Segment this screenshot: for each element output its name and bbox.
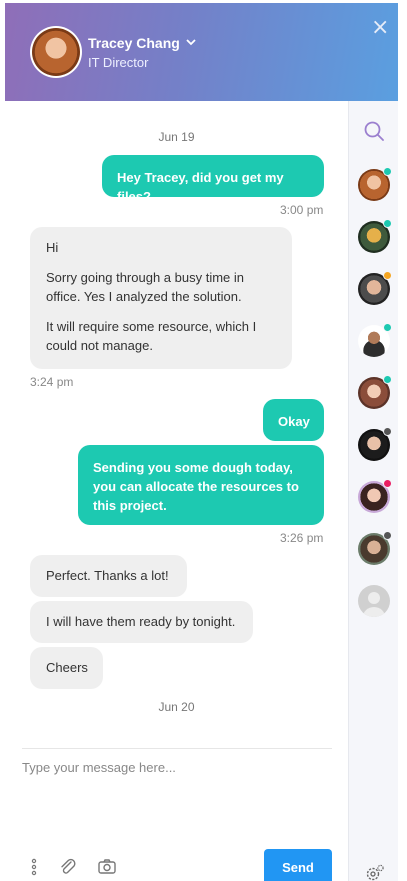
contact-avatar-3[interactable] — [358, 271, 392, 305]
search-icon[interactable] — [363, 120, 385, 142]
message-timestamp: 3:26 pm — [280, 531, 324, 545]
message-line: Hi — [46, 240, 59, 255]
camera-icon[interactable] — [97, 857, 117, 877]
attachment-icon[interactable] — [58, 857, 78, 877]
contact-role: IT Director — [88, 55, 149, 70]
incoming-message: Cheers — [30, 647, 103, 689]
message-timestamp: 3:00 pm — [280, 203, 324, 217]
chevron-down-icon — [186, 38, 196, 49]
contact-avatar-8[interactable] — [358, 531, 392, 565]
contact-name: Tracey Chang — [88, 35, 180, 51]
contact-avatar-4[interactable] — [358, 323, 392, 357]
outgoing-message: Hey Tracey, did you get my files? — [102, 155, 324, 204]
composer-divider — [22, 748, 332, 749]
contact-name-dropdown[interactable]: Tracey Chang — [88, 35, 196, 51]
settings-gear-icon[interactable] — [365, 863, 385, 881]
contact-avatar-2[interactable] — [358, 219, 392, 253]
contact-avatar-1[interactable] — [358, 167, 392, 201]
incoming-message: Perfect. Thanks a lot! — [30, 555, 187, 597]
contacts-sidebar — [348, 101, 398, 881]
date-separator: Jun 19 — [158, 130, 195, 144]
contact-avatar-7[interactable] — [358, 479, 392, 513]
message-timestamp: 3:24 pm — [30, 375, 74, 389]
contact-avatar-5[interactable] — [358, 375, 392, 409]
contact-avatar-6[interactable] — [358, 427, 392, 461]
incoming-message: Hi Sorry going through a busy time in of… — [30, 227, 292, 369]
incoming-message: I will have them ready by tonight. — [30, 601, 253, 643]
contact-avatar-placeholder[interactable] — [358, 585, 390, 617]
message-input[interactable] — [22, 760, 332, 840]
more-options-icon[interactable] — [26, 857, 46, 877]
message-line: Sorry going through a busy time in offic… — [46, 270, 244, 304]
outgoing-message: Sending you some dough today, you can al… — [78, 445, 324, 525]
message-list[interactable]: Jun 19 Hey Tracey, did you get my files?… — [5, 101, 348, 741]
contact-avatar[interactable] — [30, 26, 82, 78]
send-button[interactable]: Send — [264, 849, 332, 881]
message-line: It will require some resource, which I c… — [46, 319, 257, 353]
outgoing-message: Okay — [263, 399, 324, 441]
date-separator: Jun 20 — [158, 700, 195, 714]
close-icon[interactable]: × — [371, 17, 389, 39]
chat-header: Tracey Chang IT Director × — [5, 3, 398, 101]
